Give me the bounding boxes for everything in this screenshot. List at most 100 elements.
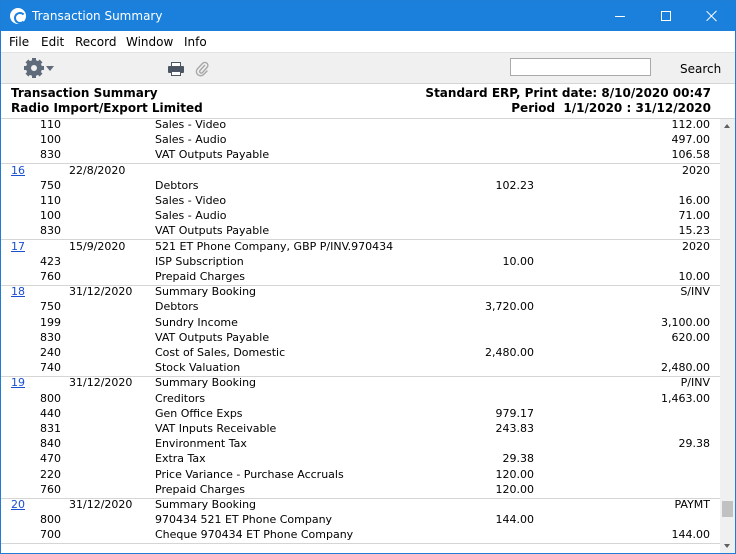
table-row: 830 VAT Outputs Payable 106.58 xyxy=(1,147,720,162)
app-icon xyxy=(10,8,26,24)
gear-icon-center[interactable] xyxy=(26,60,42,76)
account-cell: 750 xyxy=(40,178,61,192)
description-cell: VAT Outputs Payable xyxy=(155,330,270,344)
description-cell: Creditors xyxy=(155,391,206,405)
menu-record[interactable]: Record xyxy=(75,35,116,49)
scroll-down-icon[interactable] xyxy=(720,538,735,553)
date-cell: 22/8/2020 xyxy=(69,163,126,177)
description-cell: Debtors xyxy=(155,300,199,314)
account-cell: 760 xyxy=(40,482,61,496)
account-cell: 830 xyxy=(40,330,61,344)
transaction-number-link[interactable]: 18 xyxy=(11,284,25,299)
chevron-down-icon[interactable] xyxy=(46,66,54,71)
minimize-button[interactable] xyxy=(597,1,643,31)
account-cell: 840 xyxy=(40,437,61,451)
menu-bar: File Edit Record Window Info xyxy=(1,31,735,52)
scroll-thumb[interactable] xyxy=(722,501,733,517)
transaction-number-link[interactable]: 20 xyxy=(11,497,25,512)
menu-file[interactable]: File xyxy=(9,35,29,49)
credit-cell: 71.00 xyxy=(678,209,711,223)
table-row: 110 Sales - Video 16.00 xyxy=(1,193,720,208)
credit-cell: 29.38 xyxy=(678,437,711,451)
description-cell: VAT Outputs Payable xyxy=(155,148,270,162)
description-cell: 970434 521 ET Phone Company xyxy=(155,513,333,527)
vertical-scrollbar[interactable] xyxy=(720,119,735,553)
date-cell: 15/9/2020 xyxy=(69,239,126,253)
description-cell: Cheque 970434 ET Phone Company xyxy=(155,528,354,542)
account-cell: 100 xyxy=(40,209,61,223)
description-cell: Summary Booking xyxy=(155,498,257,511)
description-cell: Sales - Audio xyxy=(155,209,227,223)
debit-cell: 243.83 xyxy=(495,422,535,435)
account-cell: 220 xyxy=(40,467,61,481)
account-cell: 423 xyxy=(40,254,61,268)
company-name: Radio Import/Export Limited xyxy=(11,101,203,115)
credit-cell: 144.00 xyxy=(671,528,711,542)
account-cell: 750 xyxy=(40,300,61,314)
report-title: Transaction Summary xyxy=(11,86,158,100)
transaction-separator xyxy=(1,543,720,545)
table-row: 423 ISP Subscription 10.00 xyxy=(1,254,720,269)
menu-info[interactable]: Info xyxy=(184,35,207,49)
menu-edit[interactable]: Edit xyxy=(41,35,64,49)
close-button[interactable] xyxy=(689,1,735,31)
debit-cell: 29.38 xyxy=(502,452,535,466)
credit-cell: 497.00 xyxy=(671,133,711,147)
debit-cell: 10.00 xyxy=(502,254,535,268)
transaction-header-row: 17 15/9/2020 521 ET Phone Company, GBP P/I… xyxy=(1,239,720,254)
table-row: 740 Stock Valuation 2,480.00 xyxy=(1,360,720,375)
credit-cell: 3,100.00 xyxy=(661,315,710,329)
account-cell: 830 xyxy=(40,224,61,238)
credit-cell: 620.00 xyxy=(671,330,711,344)
credit-cell: PAYMT xyxy=(674,498,710,511)
description-cell: Prepaid Charges xyxy=(155,270,245,283)
transaction-number-link[interactable]: 16 xyxy=(11,163,25,178)
description-cell: Prepaid Charges xyxy=(155,482,245,496)
debit-cell: 120.00 xyxy=(495,482,535,496)
date-cell: 31/12/2020 xyxy=(69,498,133,511)
description-cell: 521 ET Phone Company, GBP P/INV.970434 xyxy=(155,239,394,253)
description-cell: Sales - Video xyxy=(155,194,227,207)
account-cell: 440 xyxy=(40,406,61,420)
description-cell: Debtors xyxy=(155,178,199,192)
search-button[interactable]: Search xyxy=(680,62,721,76)
table-row: 240 Cost of Sales, Domestic 2,480.00 xyxy=(1,345,720,360)
transaction-number-link[interactable]: 17 xyxy=(11,239,25,254)
credit-cell: 10.00 xyxy=(678,270,711,283)
credit-cell: 106.58 xyxy=(671,148,711,162)
table-row: 830 VAT Outputs Payable 620.00 xyxy=(1,330,720,345)
account-cell: 760 xyxy=(40,270,61,283)
debit-cell: 144.00 xyxy=(495,513,535,527)
account-cell: 800 xyxy=(40,391,61,405)
scroll-up-icon[interactable] xyxy=(720,119,735,134)
table-row: 760 Prepaid Charges 10.00 xyxy=(1,269,720,284)
table-row: 440 Gen Office Exps 979.17 xyxy=(1,406,720,421)
account-cell: 831 xyxy=(40,422,61,435)
toolbar: Search xyxy=(1,52,735,83)
debit-cell: 3,720.00 xyxy=(485,300,534,314)
account-cell: 110 xyxy=(40,119,61,131)
table-row: 199 Sundry Income 3,100.00 xyxy=(1,315,720,330)
description-cell: Sundry Income xyxy=(155,315,238,329)
search-input[interactable] xyxy=(510,58,651,76)
transaction-header-row: 20 31/12/2020 Summary Booking PAYMT xyxy=(1,497,720,512)
account-cell: 800 xyxy=(40,513,61,527)
table-row: 750 Debtors 102.23 xyxy=(1,178,720,193)
paperclip-icon[interactable] xyxy=(195,61,209,77)
printer-icon[interactable] xyxy=(168,62,184,76)
table-row: 800 970434 521 ET Phone Company 144.00 xyxy=(1,512,720,527)
description-cell: Stock Valuation xyxy=(155,361,241,375)
maximize-button[interactable] xyxy=(643,1,689,31)
account-cell: 100 xyxy=(40,133,61,147)
description-cell: Sales - Audio xyxy=(155,133,227,147)
account-cell: 830 xyxy=(40,148,61,162)
description-cell: VAT Inputs Receivable xyxy=(155,422,277,435)
menu-window[interactable]: Window xyxy=(126,35,173,49)
title-bar: Transaction Summary xyxy=(1,1,735,31)
window-title: Transaction Summary xyxy=(32,9,163,23)
table-row: 840 Environment Tax 29.38 xyxy=(1,436,720,451)
transaction-number-link[interactable]: 19 xyxy=(11,375,25,390)
close-icon xyxy=(706,10,718,22)
debit-cell: 102.23 xyxy=(495,178,535,192)
transaction-header-row: 19 31/12/2020 Summary Booking P/INV xyxy=(1,375,720,390)
